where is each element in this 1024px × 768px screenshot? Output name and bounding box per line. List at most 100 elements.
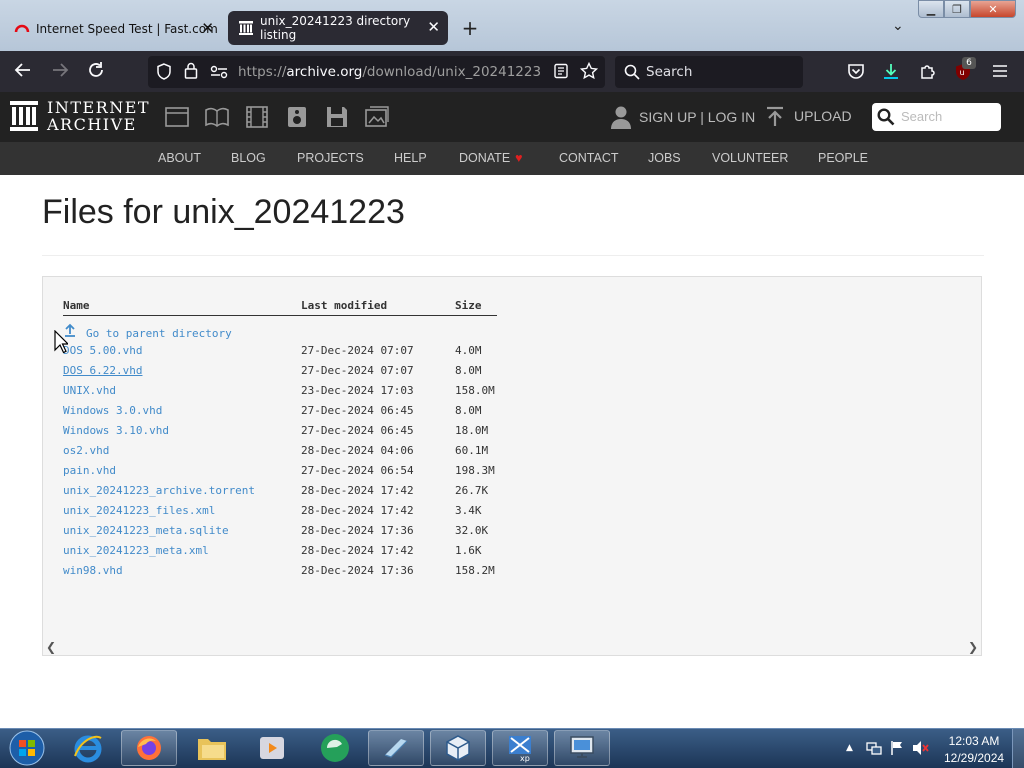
url-text[interactable]: https://archive.org/download/unix_202412…	[238, 64, 541, 80]
internet-explorer-icon[interactable]	[60, 730, 116, 766]
start-button[interactable]	[0, 730, 54, 766]
file-size: 8.0M	[455, 364, 482, 377]
file-modified: 27-Dec-2024 06:45	[301, 424, 414, 437]
show-desktop-button[interactable]	[1012, 729, 1024, 768]
nav-about[interactable]: ABOUT	[158, 151, 201, 165]
file-explorer-icon[interactable]	[184, 730, 240, 766]
nav-volunteer[interactable]: VOLUNTEER	[712, 151, 788, 165]
divider	[42, 255, 984, 256]
software-floppy-icon[interactable]	[325, 106, 349, 128]
search-icon[interactable]	[877, 108, 895, 130]
web-archive-icon[interactable]	[165, 106, 189, 128]
reload-icon[interactable]	[86, 61, 106, 81]
svg-text:xp: xp	[520, 754, 530, 763]
user-avatar-icon[interactable]	[610, 105, 632, 133]
firefox-taskbar-icon[interactable]	[121, 730, 177, 766]
downloads-icon[interactable]	[882, 62, 900, 84]
signup-login-link[interactable]: SIGN UP | LOG IN	[639, 109, 755, 125]
bookmark-star-icon[interactable]	[579, 61, 599, 84]
back-arrow-icon[interactable]	[13, 61, 33, 81]
file-link[interactable]: unix_20241223_archive.torrent	[63, 484, 255, 497]
nav-contact[interactable]: CONTACT	[559, 151, 619, 165]
file-link[interactable]: pain.vhd	[63, 464, 116, 477]
file-size: 18.0M	[455, 424, 489, 437]
system-clock[interactable]: 12:03 AM 12/29/2024	[944, 733, 1004, 767]
nav-blog[interactable]: BLOG	[231, 151, 266, 165]
windows-media-center-icon[interactable]	[307, 730, 363, 766]
nav-jobs[interactable]: JOBS	[648, 151, 681, 165]
page-title: Files for unix_20241223	[42, 193, 405, 231]
volume-muted-icon[interactable]	[912, 740, 930, 760]
window-maximize-button[interactable]: ❐	[944, 0, 970, 18]
file-size: 1.6K	[455, 544, 482, 557]
pocket-icon[interactable]	[847, 63, 865, 84]
nav-donate[interactable]: DONATE ♥	[459, 151, 523, 165]
show-hidden-icons-chevron-icon[interactable]: ▲	[846, 743, 853, 753]
list-all-tabs-icon[interactable]: ⌄	[892, 18, 904, 34]
archive-icon	[238, 20, 254, 36]
file-link[interactable]: unix_20241223_meta.xml	[63, 544, 209, 557]
file-link[interactable]: win98.vhd	[63, 564, 123, 577]
scroll-right-icon[interactable]: ❯	[968, 640, 978, 654]
new-tab-button[interactable]: +	[460, 18, 480, 38]
audio-speaker-icon[interactable]	[285, 106, 309, 128]
parent-directory-link[interactable]: Go to parent directory	[63, 323, 232, 340]
file-link[interactable]: UNIX.vhd	[63, 384, 116, 397]
search-icon	[624, 64, 640, 84]
heart-icon: ♥	[515, 151, 523, 165]
media-player-icon[interactable]	[244, 730, 300, 766]
file-modified: 28-Dec-2024 17:36	[301, 524, 414, 537]
remote-desktop-icon[interactable]	[554, 730, 610, 766]
file-modified: 23-Dec-2024 17:03	[301, 384, 414, 397]
reader-view-icon[interactable]	[553, 63, 569, 83]
file-link[interactable]: os2.vhd	[63, 444, 109, 457]
tab-title: unix_20241223 directory listing	[260, 14, 411, 42]
mouse-cursor-icon	[54, 329, 70, 358]
clock-date: 12/29/2024	[944, 751, 1005, 765]
file-link[interactable]: unix_20241223_files.xml	[63, 504, 215, 517]
file-link[interactable]: Windows 3.0.vhd	[63, 404, 162, 417]
tab-title: Internet Speed Test | Fast.com	[36, 22, 218, 36]
app-taskbar-icon[interactable]	[368, 730, 424, 766]
tab-archive-listing[interactable]: unix_20241223 directory listing ✕	[228, 11, 448, 45]
file-link[interactable]: Windows 3.10.vhd	[63, 424, 169, 437]
virtualbox-icon[interactable]	[430, 730, 486, 766]
nav-projects[interactable]: PROJECTS	[297, 151, 364, 165]
window-close-button[interactable]: ✕	[970, 0, 1016, 18]
tracking-protection-shield-icon[interactable]	[156, 63, 172, 84]
images-icon[interactable]	[365, 106, 389, 128]
action-center-flag-icon[interactable]	[890, 740, 904, 760]
hamburger-menu-icon[interactable]	[991, 62, 1009, 84]
permissions-icon[interactable]	[210, 64, 228, 83]
window-minimize-button[interactable]: ▁	[918, 0, 944, 18]
browser-search-bar[interactable]	[615, 56, 803, 88]
browser-search-placeholder: Search	[646, 64, 693, 80]
texts-book-icon[interactable]	[205, 106, 229, 128]
close-tab-icon[interactable]: ✕	[427, 19, 440, 35]
upload-link[interactable]: UPLOAD	[794, 108, 852, 124]
file-modified: 27-Dec-2024 06:45	[301, 404, 414, 417]
network-icon[interactable]	[866, 740, 882, 760]
file-link[interactable]: DOS 6.22.vhd	[63, 364, 142, 377]
column-header-name: Name	[63, 299, 90, 312]
file-size: 8.0M	[455, 404, 482, 417]
fast-com-icon	[14, 21, 30, 37]
nav-people[interactable]: PEOPLE	[818, 151, 868, 165]
file-modified: 28-Dec-2024 17:36	[301, 564, 414, 577]
scroll-left-icon[interactable]: ❮	[46, 640, 56, 654]
lock-icon[interactable]	[184, 62, 198, 83]
nav-help[interactable]: HELP	[394, 151, 427, 165]
file-link[interactable]: DOS 5.00.vhd	[63, 344, 142, 357]
ia-logo-icon[interactable]	[9, 100, 39, 136]
file-link[interactable]: unix_20241223_meta.sqlite	[63, 524, 229, 537]
video-film-icon[interactable]	[245, 106, 269, 128]
file-modified: 27-Dec-2024 07:07	[301, 344, 414, 357]
tab-fast-com[interactable]: Internet Speed Test | Fast.com ✕	[4, 12, 222, 46]
forward-arrow-icon[interactable]	[50, 61, 70, 81]
virtual-pc-xp-icon[interactable]: xp	[492, 730, 548, 766]
upload-arrow-icon[interactable]	[765, 106, 785, 132]
extensions-puzzle-icon[interactable]	[919, 62, 937, 84]
close-tab-icon[interactable]: ✕	[201, 20, 214, 36]
clock-time: 12:03 AM	[948, 734, 1000, 748]
ia-logo-text[interactable]: INTERNET ARCHIVE	[47, 99, 150, 133]
